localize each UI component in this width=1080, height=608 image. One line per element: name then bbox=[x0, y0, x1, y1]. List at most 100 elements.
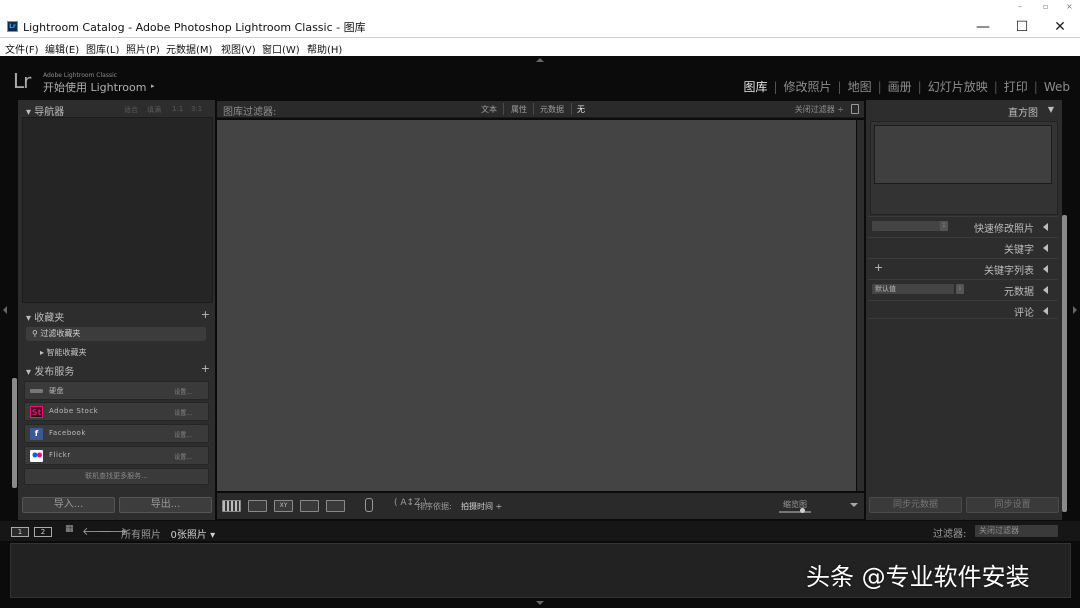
close-button[interactable]: ✕ bbox=[1040, 18, 1080, 36]
mini-restore-icon[interactable]: ▫ bbox=[1043, 2, 1048, 11]
zoom-1-1[interactable]: 1:1 bbox=[172, 105, 183, 113]
toolbar-options-chevron-down-icon[interactable] bbox=[850, 503, 858, 507]
main-window-button[interactable]: 1 bbox=[11, 527, 29, 537]
grid-view-icon[interactable] bbox=[222, 500, 241, 512]
minimize-button[interactable]: — bbox=[963, 18, 1003, 36]
module-map[interactable]: 地图 bbox=[848, 80, 872, 94]
publish-service-flickr[interactable]: Flickr 设置... bbox=[24, 446, 209, 465]
menu-help[interactable]: 帮助(H) bbox=[307, 41, 342, 56]
keywording-header[interactable]: 关键字 bbox=[868, 237, 1058, 256]
filmstrip-filter-select[interactable]: 关闭过滤器 bbox=[975, 525, 1058, 537]
metadata-preset-select[interactable]: 默认值 bbox=[872, 284, 954, 294]
metadata-expand-icon[interactable] bbox=[1043, 286, 1048, 294]
setup-button[interactable]: 设置... bbox=[174, 408, 192, 417]
collections-title: ▾ 收藏夹 bbox=[26, 313, 65, 324]
filter-tab-none[interactable]: 无 bbox=[577, 104, 585, 115]
module-develop[interactable]: 修改照片 bbox=[784, 80, 832, 94]
module-print[interactable]: 打印 bbox=[1004, 80, 1028, 94]
zoom-fill[interactable]: 填满 bbox=[147, 105, 161, 115]
play-arrow-icon[interactable]: ▸ bbox=[151, 82, 155, 90]
product-name: Adobe Lightroom Classic bbox=[43, 72, 118, 79]
filter-tab-attribute[interactable]: 属性 bbox=[511, 104, 527, 115]
module-web[interactable]: Web bbox=[1044, 80, 1070, 94]
filter-tab-metadata[interactable]: 元数据 bbox=[540, 104, 564, 115]
quick-develop-header[interactable]: ⁝ 快速修改照片 bbox=[868, 216, 1058, 235]
publish-services-header[interactable]: ▾ 发布服务 + bbox=[20, 362, 214, 378]
navigator-header[interactable]: ▾ 导航器 适合 填满 1:1 3:1 bbox=[20, 101, 214, 118]
add-publish-service-icon[interactable]: + bbox=[201, 362, 210, 375]
menu-photo[interactable]: 照片(P) bbox=[126, 41, 160, 56]
maximize-button[interactable]: ☐ bbox=[1002, 18, 1042, 36]
sort-select[interactable]: 拍摄时间 ÷ bbox=[461, 501, 502, 512]
histogram-collapse-icon[interactable]: ▼ bbox=[1048, 105, 1054, 114]
saved-preset-field[interactable] bbox=[872, 221, 942, 231]
add-collection-icon[interactable]: + bbox=[201, 308, 210, 321]
add-keyword-icon[interactable]: + bbox=[874, 261, 883, 274]
painter-icon[interactable] bbox=[365, 498, 373, 512]
grid-scrollbar[interactable] bbox=[857, 120, 864, 491]
library-toolbar: XY ( A↕Z ) 排序依据: 拍摄时间 ÷ 缩览图 bbox=[217, 493, 864, 519]
menu-window[interactable]: 窗口(W) bbox=[262, 41, 300, 56]
library-filter-label: 图库过滤器: bbox=[223, 107, 277, 118]
export-button[interactable]: 导出... bbox=[119, 497, 212, 513]
zoom-3-1[interactable]: 3:1 bbox=[191, 105, 202, 113]
filmstrip-source[interactable]: 所有照片 0张照片 ▾ bbox=[121, 526, 215, 541]
loupe-view-icon[interactable] bbox=[248, 500, 267, 512]
keywording-expand-icon[interactable] bbox=[1043, 244, 1048, 252]
import-button[interactable]: 导入... bbox=[22, 497, 115, 513]
find-more-services-button[interactable]: 联机查找更多服务... bbox=[24, 468, 209, 485]
comments-expand-icon[interactable] bbox=[1043, 307, 1048, 315]
right-panel-toggle-icon[interactable] bbox=[1073, 306, 1077, 314]
thumbnail-slider-knob[interactable] bbox=[800, 508, 805, 513]
publish-service-facebook[interactable]: f Facebook 设置... bbox=[24, 424, 209, 443]
grid-icon[interactable]: ▦ bbox=[65, 524, 74, 534]
setup-button[interactable]: 设置... bbox=[174, 387, 192, 396]
sync-metadata-button[interactable]: 同步元数据 bbox=[869, 497, 962, 513]
menu-view[interactable]: 视图(V) bbox=[221, 41, 256, 56]
module-book[interactable]: 画册 bbox=[888, 80, 912, 94]
menu-file[interactable]: 文件(F) bbox=[5, 41, 39, 56]
comments-header[interactable]: 评论 bbox=[868, 300, 1058, 319]
menu-library[interactable]: 图库(L) bbox=[86, 41, 119, 56]
left-panel-toggle-icon[interactable] bbox=[3, 306, 7, 314]
people-view-icon[interactable] bbox=[326, 500, 345, 512]
mini-close-icon[interactable]: × bbox=[1066, 2, 1073, 11]
filter-tab-text[interactable]: 文本 bbox=[481, 104, 497, 115]
photo-grid[interactable] bbox=[217, 120, 856, 491]
histogram-title[interactable]: 直方图 bbox=[1008, 104, 1038, 119]
navigator-preview[interactable] bbox=[22, 117, 213, 303]
preset-spinner[interactable]: ⁝ bbox=[940, 221, 948, 231]
setup-button[interactable]: 设置... bbox=[174, 452, 192, 461]
left-panel-scrollbar[interactable] bbox=[12, 378, 17, 488]
library-filter-bar: 图库过滤器: 文本 属性 元数据 无 关闭过滤器 ÷ bbox=[217, 101, 864, 118]
collections-header[interactable]: ▾ 收藏夹 + bbox=[20, 308, 214, 324]
mini-minimize-icon[interactable]: – bbox=[1018, 2, 1022, 11]
publish-service-hard-drive[interactable]: 硬盘 设置... bbox=[24, 381, 209, 400]
top-panel-toggle-icon[interactable] bbox=[536, 58, 544, 62]
compare-view-icon[interactable]: XY bbox=[274, 500, 293, 512]
zoom-fit[interactable]: 适合 bbox=[124, 105, 138, 115]
thumbnail-size-slider[interactable] bbox=[779, 511, 811, 513]
publish-service-adobe-stock[interactable]: St Adobe Stock 设置... bbox=[24, 402, 209, 421]
keyword-list-header[interactable]: + 关键字列表 bbox=[868, 258, 1058, 277]
sync-settings-button[interactable]: 同步设置 bbox=[966, 497, 1059, 513]
filter-preset-select[interactable]: 关闭过滤器 ÷ bbox=[795, 104, 844, 115]
menu-bar: 文件(F) 编辑(E) 图库(L) 照片(P) 元数据(M) 视图(V) 窗口(… bbox=[0, 38, 1080, 56]
quick-develop-expand-icon[interactable] bbox=[1043, 223, 1048, 231]
get-started-link[interactable]: 开始使用 Lightroom bbox=[43, 79, 146, 95]
lock-icon[interactable] bbox=[851, 104, 859, 114]
survey-view-icon[interactable] bbox=[300, 500, 319, 512]
setup-button[interactable]: 设置... bbox=[174, 430, 192, 439]
right-panel-scrollbar[interactable] bbox=[1062, 215, 1067, 512]
collections-filter-input[interactable]: ⚲ 过滤收藏夹 bbox=[26, 327, 206, 341]
menu-metadata[interactable]: 元数据(M) bbox=[166, 41, 212, 56]
keyword-list-expand-icon[interactable] bbox=[1043, 265, 1048, 273]
secondary-window-button[interactable]: 2 bbox=[34, 527, 52, 537]
bottom-panel-toggle-icon[interactable] bbox=[536, 601, 544, 605]
metadata-preset-spinner[interactable]: ⁝ bbox=[956, 284, 964, 294]
module-library[interactable]: 图库 bbox=[743, 80, 767, 94]
module-slideshow[interactable]: 幻灯片放映 bbox=[928, 80, 988, 94]
smart-collections-item[interactable]: ▸ 智能收藏夹 bbox=[40, 347, 87, 358]
menu-edit[interactable]: 编辑(E) bbox=[45, 41, 79, 56]
metadata-header[interactable]: 默认值 ⁝ 元数据 bbox=[868, 279, 1058, 298]
